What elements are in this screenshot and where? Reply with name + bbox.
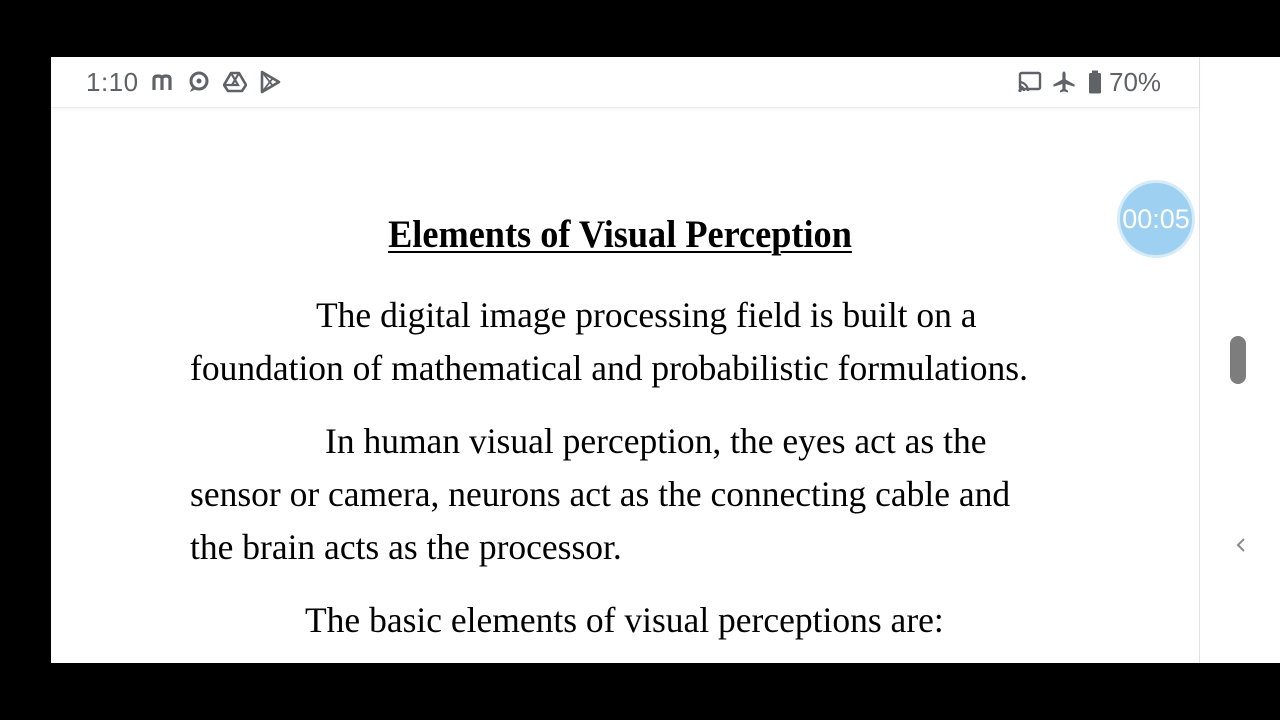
document-title: Elements of Visual Perception: [388, 213, 852, 256]
paragraph-3: The basic elements of visual perceptions…: [305, 600, 944, 640]
paragraph-1: The digital image processing field is bu…: [190, 295, 1028, 388]
recording-timer[interactable]: 00:05: [1117, 180, 1195, 258]
play-store-icon: [260, 70, 281, 94]
scrollbar-thumb[interactable]: [1230, 336, 1246, 384]
document-page: Elements of Visual Perception The digita…: [190, 197, 1050, 663]
side-panel: [1199, 57, 1280, 663]
paragraph-2: In human visual perception, the eyes act…: [190, 421, 1011, 567]
airplane-icon: [1053, 71, 1075, 93]
chevron-left-icon[interactable]: [1229, 533, 1253, 557]
cast-icon: [1018, 71, 1042, 93]
battery-percent: 70%: [1109, 67, 1162, 97]
drive-icon: [223, 71, 247, 93]
phone-screen: 1:10 70% Elements of Visual Perception T…: [51, 57, 1280, 663]
battery-icon: [1089, 70, 1101, 94]
chat-icon: [189, 71, 209, 92]
status-time: 1:10: [86, 67, 139, 97]
m-icon: [152, 74, 172, 90]
status-bar: 1:10 70%: [51, 57, 1199, 108]
